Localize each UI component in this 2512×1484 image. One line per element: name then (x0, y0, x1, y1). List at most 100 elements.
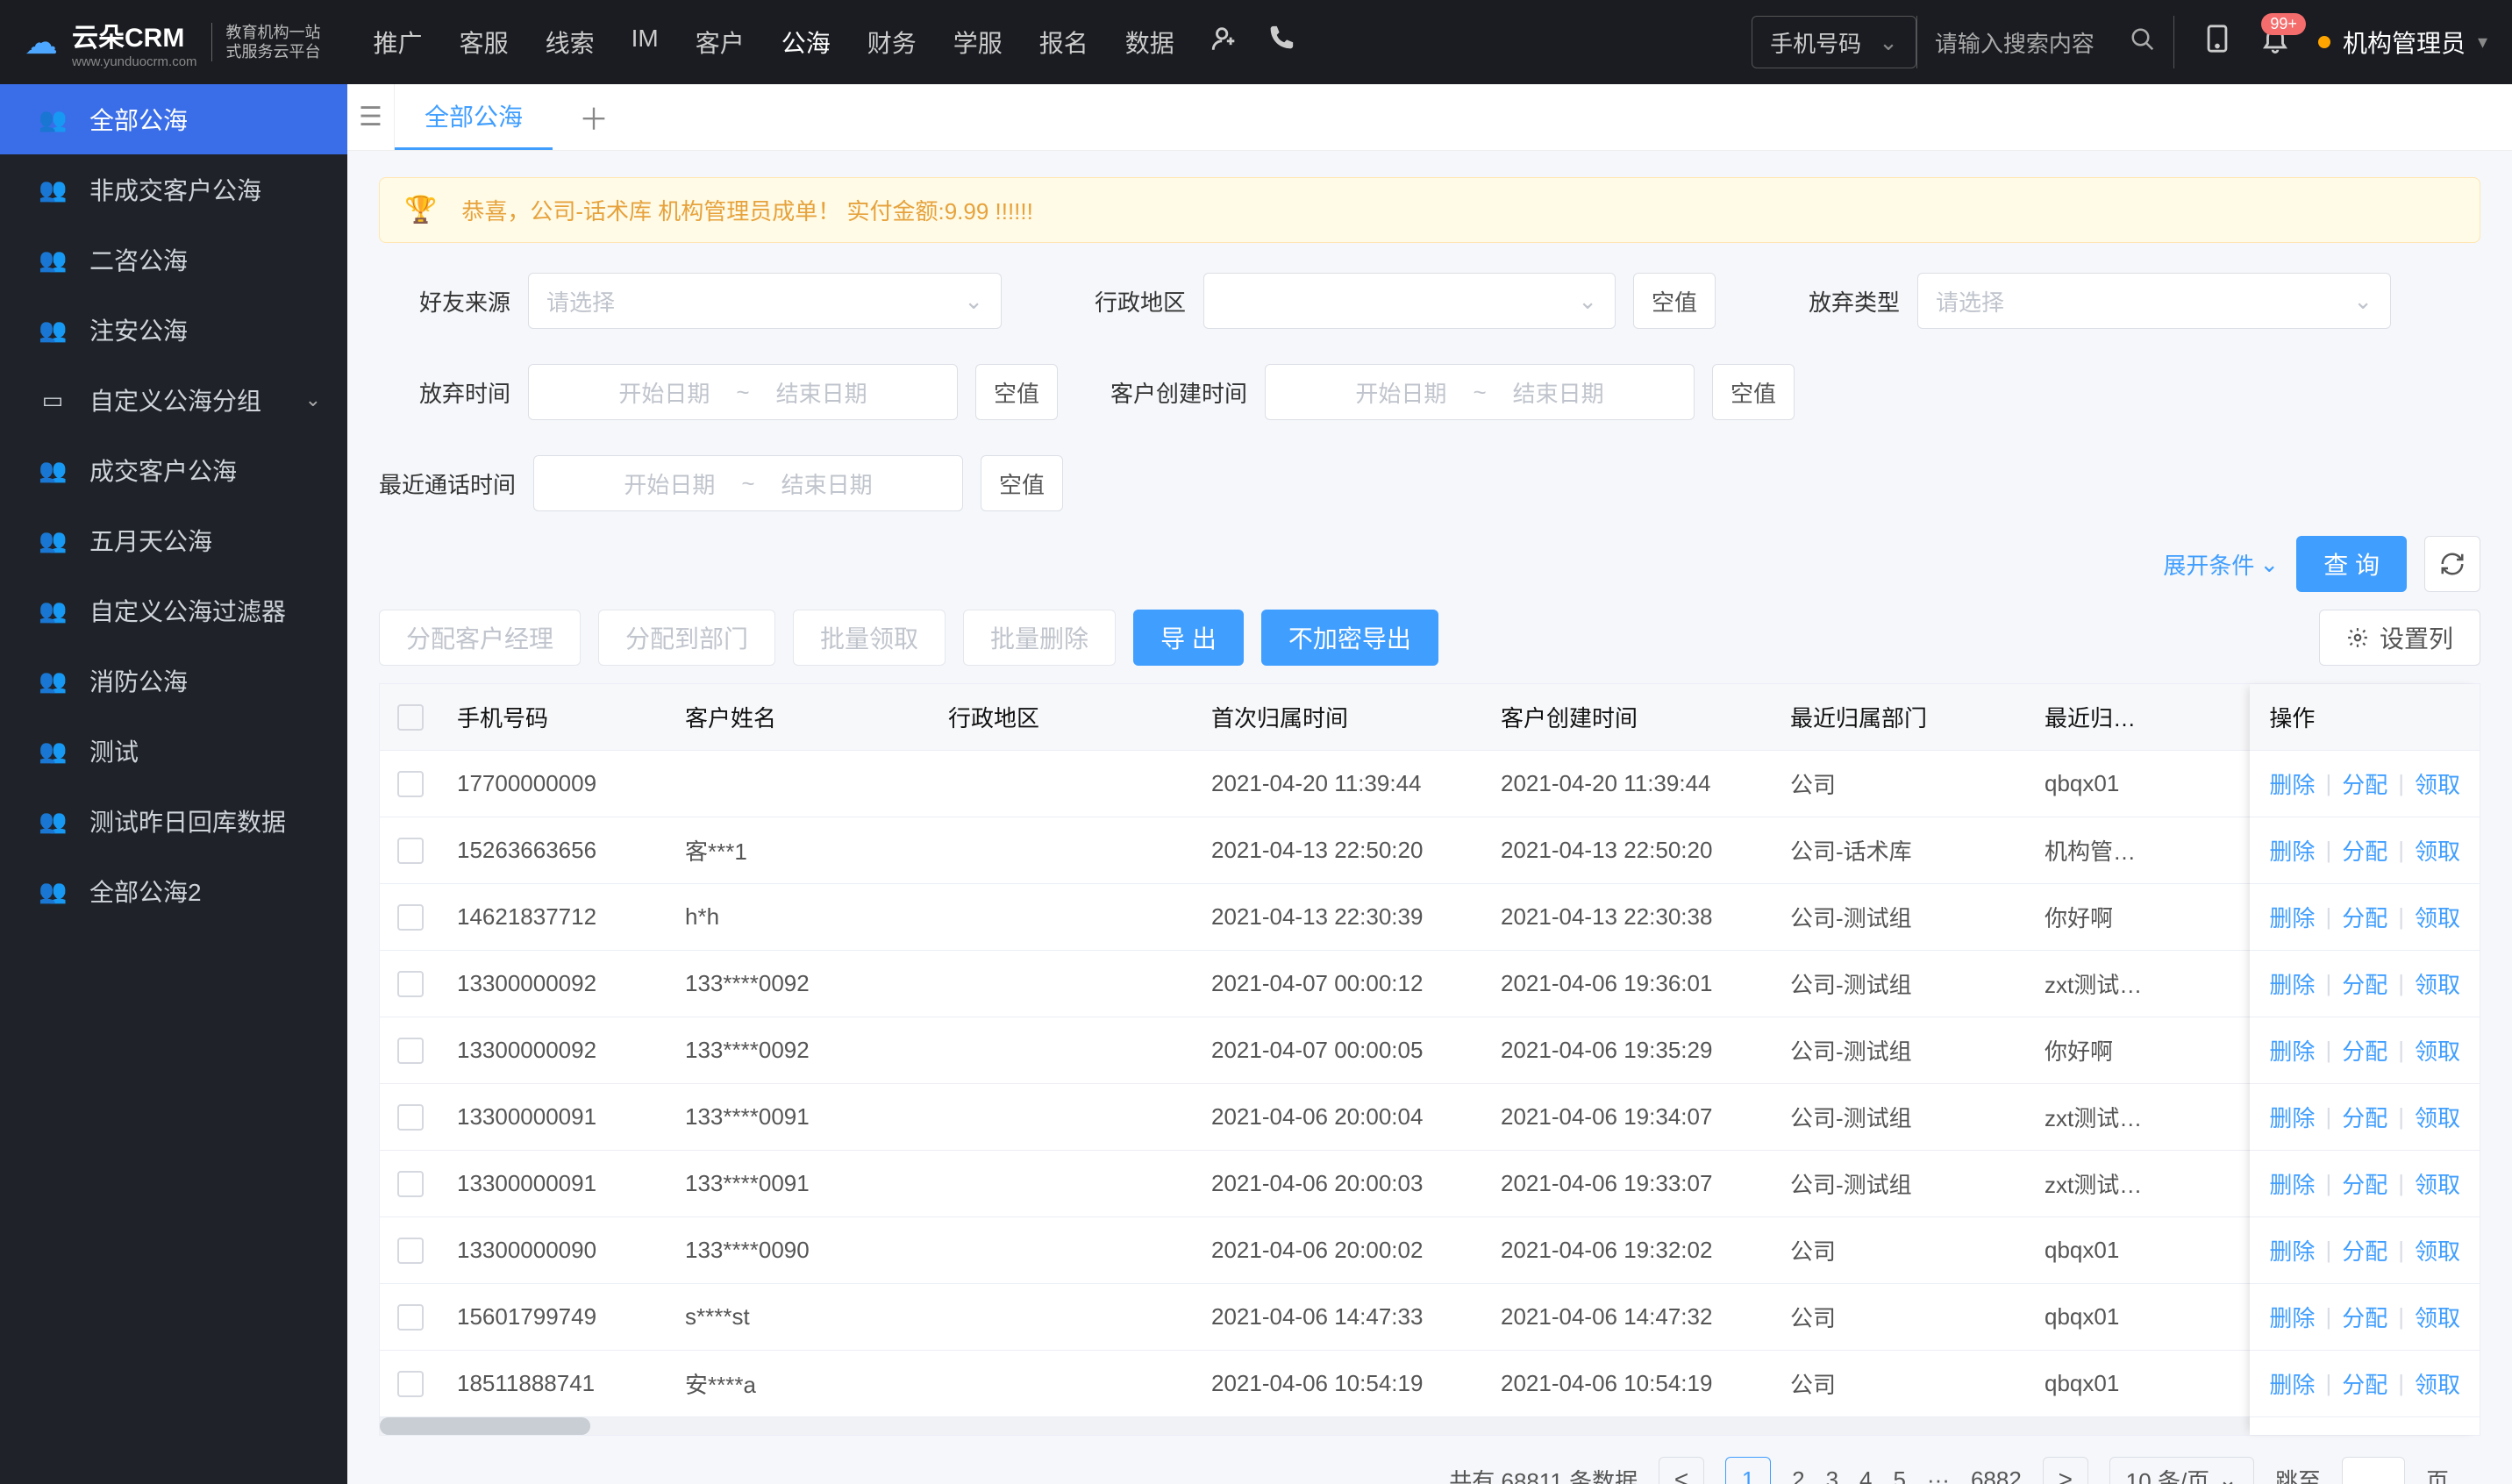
sidebar-item-6[interactable]: 👥五月天公海 (0, 505, 347, 575)
search-input[interactable]: 请输入搜索内容 (1916, 16, 2174, 68)
region-null-button[interactable]: 空值 (1633, 273, 1716, 329)
sidebar-item-5[interactable]: 👥成交客户公海 (0, 435, 347, 505)
row-delete-link[interactable]: 删除 (2269, 767, 2315, 800)
abandon-time-null-button[interactable]: 空值 (975, 364, 1058, 420)
next-page[interactable]: > (2043, 1457, 2088, 1484)
nav-公海[interactable]: 公海 (781, 25, 831, 60)
bulk-claim-button[interactable]: 批量领取 (793, 610, 946, 666)
phone-icon[interactable] (1266, 24, 1295, 61)
row-delete-link[interactable]: 删除 (2269, 967, 2315, 1000)
row-delete-link[interactable]: 删除 (2269, 1301, 2315, 1333)
sidebar-item-4[interactable]: ▭自定义公海分组⌄ (0, 365, 347, 435)
nav-客服[interactable]: 客服 (460, 25, 509, 60)
row-delete-link[interactable]: 删除 (2269, 1167, 2315, 1200)
row-claim-link[interactable]: 领取 (2415, 1367, 2460, 1400)
row-assign-link[interactable]: 分配 (2342, 1034, 2387, 1067)
page-3[interactable]: 3 (1826, 1466, 1838, 1484)
select-all-checkbox[interactable] (397, 704, 424, 731)
assign-manager-button[interactable]: 分配客户经理 (379, 610, 581, 666)
abandon-time-range[interactable]: 开始日期~结束日期 (528, 364, 958, 420)
row-checkbox[interactable] (397, 1038, 424, 1064)
row-claim-link[interactable]: 领取 (2415, 1101, 2460, 1133)
sidebar-item-1[interactable]: 👥非成交客户公海 (0, 154, 347, 225)
bulk-delete-button[interactable]: 批量删除 (963, 610, 1116, 666)
page-size-select[interactable]: 10 条/页⌄ (2109, 1457, 2254, 1484)
column-settings-button[interactable]: 设置列 (2319, 610, 2480, 666)
row-checkbox[interactable] (397, 1171, 424, 1197)
row-checkbox[interactable] (397, 1304, 424, 1331)
tab-list-icon[interactable]: ☰ (347, 84, 395, 150)
sidebar-item-11[interactable]: 👥全部公海2 (0, 856, 347, 926)
export-button[interactable]: 导 出 (1133, 610, 1244, 666)
refresh-button[interactable] (2424, 536, 2480, 592)
row-checkbox[interactable] (397, 1238, 424, 1264)
nav-财务[interactable]: 财务 (867, 25, 917, 60)
nav-IM[interactable]: IM (632, 25, 659, 60)
row-delete-link[interactable]: 删除 (2269, 1034, 2315, 1067)
row-assign-link[interactable]: 分配 (2342, 1234, 2387, 1266)
nav-推广[interactable]: 推广 (374, 25, 423, 60)
page-1[interactable]: 1 (1725, 1457, 1771, 1484)
row-checkbox[interactable] (397, 971, 424, 997)
row-checkbox[interactable] (397, 838, 424, 864)
add-user-icon[interactable] (1210, 24, 1239, 61)
last-call-range[interactable]: 开始日期~结束日期 (533, 455, 963, 511)
horizontal-scrollbar[interactable] (380, 1417, 2480, 1435)
sidebar-item-10[interactable]: 👥测试昨日回库数据 (0, 786, 347, 856)
prev-page[interactable]: < (1659, 1457, 1704, 1484)
sidebar-item-2[interactable]: 👥二咨公海 (0, 225, 347, 295)
row-claim-link[interactable]: 领取 (2415, 767, 2460, 800)
nav-数据[interactable]: 数据 (1125, 25, 1174, 60)
search-type-select[interactable]: 手机号码⌄ (1752, 16, 1916, 68)
row-assign-link[interactable]: 分配 (2342, 901, 2387, 933)
bell-icon[interactable]: 99+ (2260, 24, 2290, 61)
abandon-type-select[interactable]: 请选择⌄ (1917, 273, 2391, 329)
sidebar-item-9[interactable]: 👥测试 (0, 716, 347, 786)
nav-线索[interactable]: 线索 (546, 25, 595, 60)
create-time-range[interactable]: 开始日期~结束日期 (1265, 364, 1695, 420)
sidebar-item-7[interactable]: 👥自定义公海过滤器 (0, 575, 347, 646)
tablet-icon[interactable] (2202, 24, 2232, 61)
row-delete-link[interactable]: 删除 (2269, 1101, 2315, 1133)
row-assign-link[interactable]: 分配 (2342, 767, 2387, 800)
row-checkbox[interactable] (397, 771, 424, 797)
nav-学服[interactable]: 学服 (953, 25, 1003, 60)
assign-dept-button[interactable]: 分配到部门 (598, 610, 775, 666)
row-delete-link[interactable]: 删除 (2269, 901, 2315, 933)
nav-客户[interactable]: 客户 (696, 25, 745, 60)
region-select[interactable]: ⌄ (1203, 273, 1616, 329)
row-checkbox[interactable] (397, 904, 424, 931)
page-4[interactable]: 4 (1859, 1466, 1872, 1484)
row-assign-link[interactable]: 分配 (2342, 834, 2387, 867)
page-jump-input[interactable] (2342, 1457, 2405, 1484)
row-claim-link[interactable]: 领取 (2415, 1234, 2460, 1266)
row-claim-link[interactable]: 领取 (2415, 834, 2460, 867)
sidebar-item-8[interactable]: 👥消防公海 (0, 646, 347, 716)
page-last[interactable]: 6882 (1971, 1466, 2022, 1484)
page-5[interactable]: 5 (1894, 1466, 1906, 1484)
row-claim-link[interactable]: 领取 (2415, 1301, 2460, 1333)
tab-add[interactable]: ＋ (553, 96, 635, 139)
export-raw-button[interactable]: 不加密导出 (1261, 610, 1438, 666)
create-time-null-button[interactable]: 空值 (1712, 364, 1795, 420)
row-assign-link[interactable]: 分配 (2342, 1167, 2387, 1200)
friend-source-select[interactable]: 请选择⌄ (528, 273, 1002, 329)
row-claim-link[interactable]: 领取 (2415, 901, 2460, 933)
row-checkbox[interactable] (397, 1104, 424, 1131)
search-button[interactable]: 查 询 (2296, 536, 2407, 592)
user-menu[interactable]: 机构管理员 ▾ (2318, 25, 2487, 60)
tab-all[interactable]: 全部公海 (395, 84, 553, 150)
row-claim-link[interactable]: 领取 (2415, 1167, 2460, 1200)
nav-报名[interactable]: 报名 (1039, 25, 1088, 60)
expand-filters-link[interactable]: 展开条件⌄ (2163, 548, 2279, 581)
row-assign-link[interactable]: 分配 (2342, 1101, 2387, 1133)
row-assign-link[interactable]: 分配 (2342, 1367, 2387, 1400)
page-2[interactable]: 2 (1792, 1466, 1804, 1484)
row-claim-link[interactable]: 领取 (2415, 1034, 2460, 1067)
row-claim-link[interactable]: 领取 (2415, 967, 2460, 1000)
row-assign-link[interactable]: 分配 (2342, 1301, 2387, 1333)
row-delete-link[interactable]: 删除 (2269, 834, 2315, 867)
row-assign-link[interactable]: 分配 (2342, 967, 2387, 1000)
sidebar-item-0[interactable]: 👥全部公海 (0, 84, 347, 154)
row-checkbox[interactable] (397, 1371, 424, 1397)
